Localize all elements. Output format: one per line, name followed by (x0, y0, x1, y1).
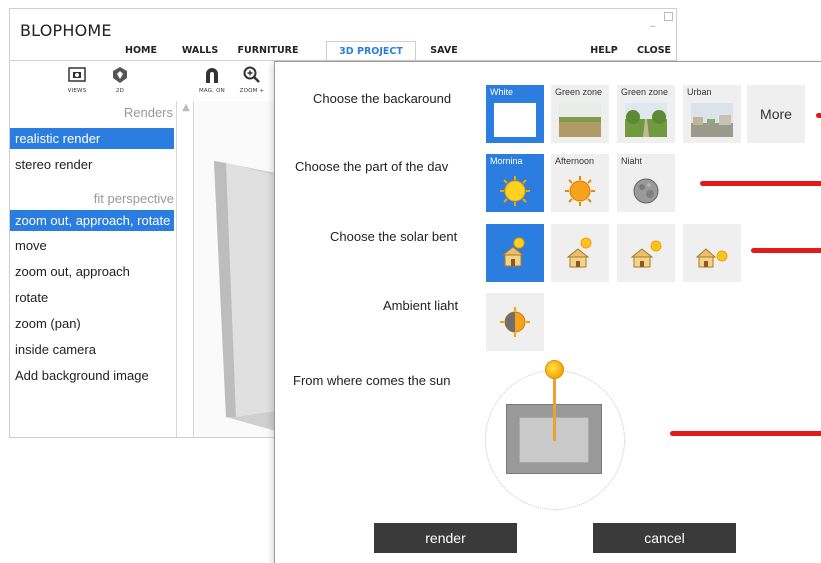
sidebar-item-inside-camera[interactable]: inside camera (10, 339, 174, 360)
render-button[interactable]: render (374, 523, 517, 553)
sidebar-item-rotate[interactable]: rotate (10, 287, 174, 308)
tool-zoom-in-label: ZOOM + (239, 88, 265, 94)
magnet-icon (206, 68, 218, 83)
annotation-line (751, 248, 821, 253)
background-option-white[interactable]: White (486, 85, 544, 143)
day-part-option-label: Mornina (490, 156, 523, 166)
house-sun-medium-icon (630, 240, 662, 268)
sidebar-item-stereo-render[interactable]: stereo render (10, 154, 174, 175)
background-option-label: Urban (687, 87, 712, 97)
camera-icon (68, 67, 86, 82)
solar-bent-option-high[interactable] (551, 224, 609, 282)
nav-close[interactable]: CLOSE (632, 41, 676, 61)
nav-home[interactable]: HOME (116, 41, 166, 61)
day-part-label: Choose the part of the dav (295, 159, 449, 174)
sun-icon (500, 176, 530, 206)
background-option-label: White (490, 87, 514, 97)
sidebar-scrollbar[interactable]: ▲ (176, 101, 194, 437)
moon-icon (633, 178, 659, 204)
tool-2d[interactable]: 2D (100, 65, 140, 94)
2d-icon (113, 67, 127, 83)
white-thumbnail (494, 103, 536, 137)
solar-bent-option-low[interactable] (683, 224, 741, 282)
more-backgrounds-button[interactable]: More (747, 85, 805, 143)
tool-2d-label: 2D (115, 88, 125, 94)
nav-furniture[interactable]: FURNITURE (235, 41, 301, 61)
background-option-urban[interactable]: Urban (683, 85, 741, 143)
zoom-in-icon (243, 66, 260, 83)
minimize-icon[interactable]: _ (650, 14, 656, 27)
annotation-line (700, 181, 821, 186)
renders-heading: Renders (123, 105, 173, 120)
tool-views[interactable]: VIEWS (57, 65, 97, 94)
solar-bent-option-medium[interactable] (617, 224, 675, 282)
3d-preview (196, 101, 276, 437)
day-part-option-label: Afternoon (555, 156, 595, 166)
landscape-thumbnail (559, 103, 601, 137)
day-part-option-label: Niaht (621, 156, 643, 166)
house-sun-overhead-icon (501, 237, 525, 267)
scroll-up-icon[interactable]: ▲ (179, 101, 193, 115)
background-option-label: Green zone (621, 87, 669, 97)
sidebar-item-realistic-render[interactable]: realistic render (10, 128, 174, 149)
nav-save[interactable]: SAVE (424, 41, 464, 61)
nav-help[interactable]: HELP (584, 41, 624, 61)
day-part-option-night[interactable]: Niaht (617, 154, 675, 212)
annotation-line (816, 113, 821, 118)
tool-views-label: VIEWS (67, 88, 87, 94)
day-part-option-morning[interactable]: Mornina (486, 154, 544, 212)
3d-walls-graphic (214, 161, 276, 431)
background-option-green-zone-2[interactable]: Green zone (617, 85, 675, 143)
background-option-label: Green zone (555, 87, 603, 97)
background-label: Choose the backaround (313, 91, 452, 106)
afternoon-sun-icon (565, 176, 595, 206)
maximize-icon[interactable] (664, 12, 673, 21)
urban-thumbnail (691, 103, 733, 137)
ambient-light-icon (500, 307, 530, 337)
sidebar-item-add-background[interactable]: Add background image (10, 365, 174, 386)
cancel-button[interactable]: cancel (593, 523, 736, 553)
nav-walls[interactable]: WALLS (176, 41, 224, 61)
house-sun-low-icon (696, 248, 728, 268)
sun-direction-pointer (553, 370, 556, 441)
tool-magnet[interactable]: MAG. ON (192, 65, 232, 94)
nav-3d-project[interactable]: 3D PROJECT (326, 41, 416, 61)
sun-direction-label: From where comes the sun (293, 373, 451, 388)
render-settings-dialog: Choose the backaround White Green zone G… (274, 61, 821, 563)
house-sun-high-icon (566, 237, 592, 268)
solar-bent-option-overhead[interactable] (486, 224, 544, 282)
sidebar-item-move[interactable]: move (10, 235, 174, 256)
day-part-option-afternoon[interactable]: Afternoon (551, 154, 609, 212)
ambient-light-toggle[interactable] (486, 293, 544, 351)
app-title: BLOPHOME (20, 21, 112, 40)
tool-zoom-in[interactable]: ZOOM + (232, 65, 272, 94)
solar-bent-label: Choose the solar bent (330, 229, 458, 244)
tool-magnet-label: MAG. ON (198, 88, 225, 94)
sidebar-item-zoom-pan[interactable]: zoom (pan) (10, 313, 174, 334)
annotation-line (670, 431, 821, 436)
sidebar-item-zoom-approach[interactable]: zoom out, approach (10, 261, 174, 282)
sun-handle-icon[interactable] (545, 360, 564, 379)
sidebar-item-zoom-approach-rotate[interactable]: zoom out, approach, rotate (10, 210, 174, 231)
fit-perspective-heading: fit perspective (93, 191, 174, 206)
background-option-green-zone-1[interactable]: Green zone (551, 85, 609, 143)
park-thumbnail (625, 103, 667, 137)
ambient-light-label: Ambient liaht (383, 298, 459, 313)
